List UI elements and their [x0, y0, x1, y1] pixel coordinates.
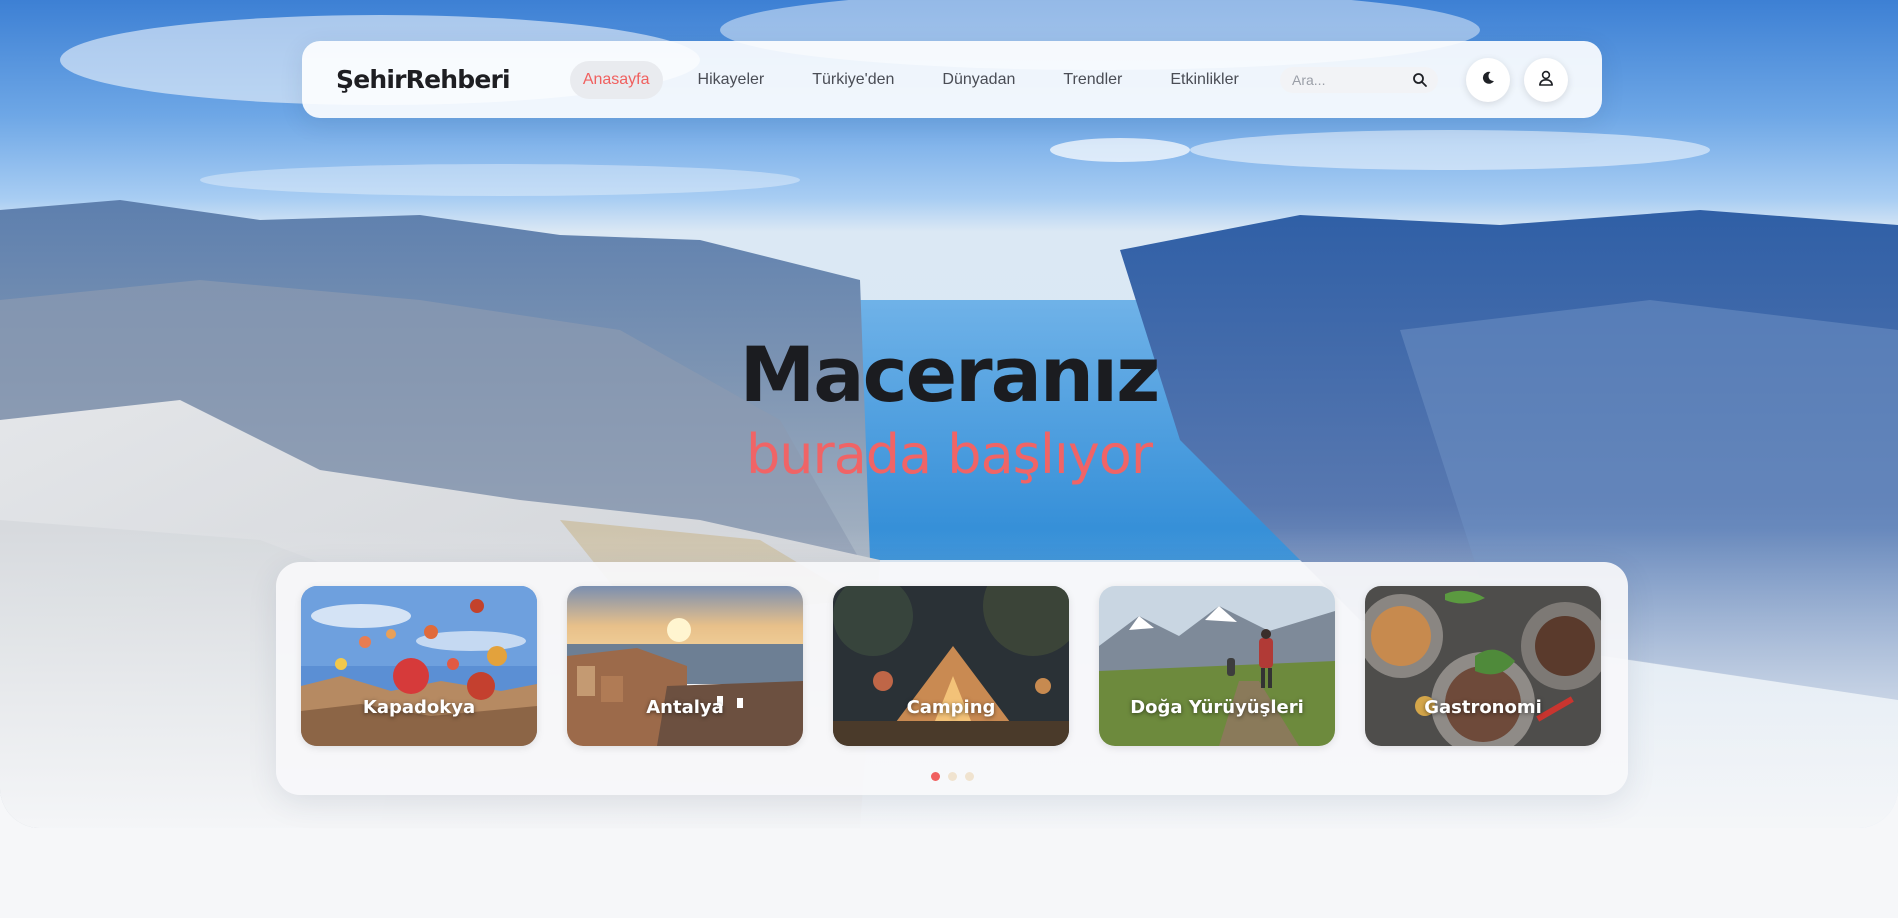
card-label: Gastronomi [1424, 697, 1542, 718]
card-label: Doğa Yürüyüşleri [1130, 697, 1304, 718]
top-nav-bar: ŞehirRehberi Anasayfa Hikayeler Türkiye'… [302, 41, 1602, 118]
food-plates-image [1365, 586, 1601, 746]
card-gastronomi[interactable]: Gastronomi [1365, 586, 1601, 746]
moon-icon [1480, 70, 1496, 90]
user-account-button[interactable] [1524, 57, 1568, 102]
search-icon[interactable] [1412, 72, 1428, 88]
card-antalya[interactable]: Antalya [567, 586, 803, 746]
card-label: Antalya [646, 697, 724, 718]
nav-item-hikayeler[interactable]: Hikayeler [685, 61, 778, 99]
card-doga-yuruyusleri[interactable]: Doğa Yürüyüşleri [1099, 586, 1335, 746]
carousel-dot-2[interactable] [947, 772, 957, 781]
card-label: Camping [906, 697, 996, 718]
card-camping[interactable]: Camping [833, 586, 1069, 746]
user-icon [1537, 69, 1555, 91]
nav-item-anasayfa[interactable]: Anasayfa [569, 60, 663, 99]
hero-headline: Maceranız burada başlıyor [0, 330, 1898, 490]
theme-toggle-button[interactable] [1466, 57, 1510, 102]
nav-item-dunyadan[interactable]: Dünyadan [929, 61, 1028, 99]
hero-title: Maceranız [739, 330, 1161, 419]
tent-image [833, 586, 1069, 746]
card-kapadokya[interactable]: Kapadokya [301, 586, 537, 746]
balloons-image [301, 586, 537, 746]
site-logo[interactable]: ŞehirRehberi [336, 65, 511, 94]
search-input[interactable] [1290, 70, 1412, 89]
category-carousel: Kapadokya Antalya Camping Doğa Yürüyüşle… [276, 562, 1628, 795]
harbor-sunset-image [567, 586, 803, 746]
hero-subtitle: burada başlıyor [745, 423, 1153, 486]
carousel-pagination [301, 772, 1603, 781]
carousel-cards: Kapadokya Antalya Camping Doğa Yürüyüşle… [301, 586, 1603, 746]
hikers-image [1099, 586, 1335, 746]
nav-item-trendler[interactable]: Trendler [1050, 61, 1135, 99]
search-box [1280, 66, 1438, 93]
carousel-dot-3[interactable] [964, 772, 974, 781]
card-label: Kapadokya [362, 697, 476, 718]
nav-item-turkiyeden[interactable]: Türkiye'den [799, 61, 907, 99]
nav-item-etkinlikler[interactable]: Etkinlikler [1157, 61, 1251, 99]
page: ŞehirRehberi Anasayfa Hikayeler Türkiye'… [0, 0, 1898, 918]
carousel-dot-1[interactable] [930, 772, 940, 781]
main-menu: Anasayfa Hikayeler Türkiye'den Dünyadan … [569, 60, 1280, 99]
